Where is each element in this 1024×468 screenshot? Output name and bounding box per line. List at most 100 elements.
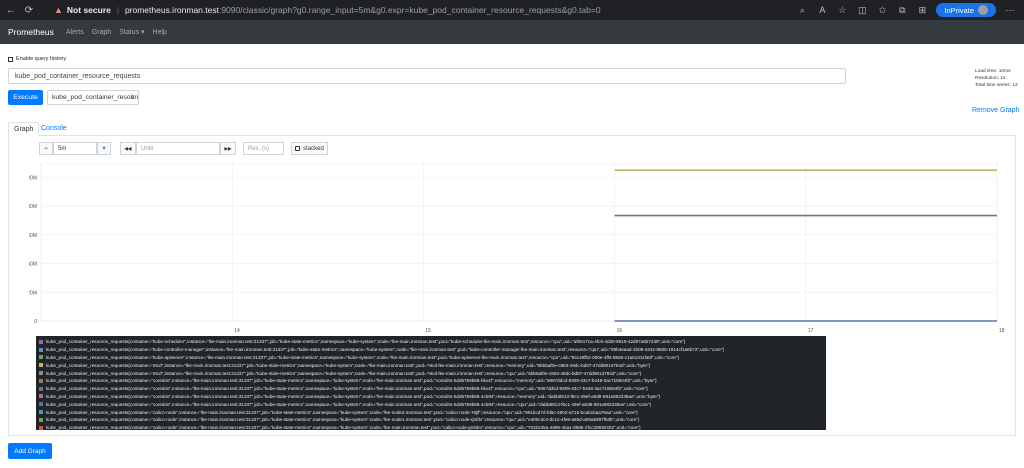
legend-swatch: [39, 386, 43, 391]
legend-item[interactable]: kube_pod_container_resource_requests{con…: [39, 385, 823, 393]
plot-area: [40, 162, 998, 322]
history-checkbox[interactable]: [8, 56, 13, 62]
legend-swatch: [39, 417, 43, 422]
legend-label: kube_pod_container_resource_requests{con…: [46, 378, 657, 384]
metric-select-value: kube_pod_container_resource_requests: [52, 94, 138, 101]
legend-swatch: [39, 410, 43, 415]
inprivate-label: InPrivate: [944, 5, 974, 15]
x-tick-label: 14: [234, 328, 240, 334]
y-tick-label: 100M: [29, 175, 37, 181]
y-tick-label: 40M: [29, 262, 37, 268]
extensions-icon[interactable]: ⊞: [916, 5, 928, 16]
select-caret-icon: ⇕: [129, 95, 135, 101]
more-icon[interactable]: ⋯: [1004, 5, 1016, 16]
favorite-icon[interactable]: ☆: [836, 5, 848, 16]
resolution: Resolution: 1s: [975, 75, 1006, 81]
legend-item[interactable]: kube_pod_container_resource_requests{con…: [39, 361, 823, 369]
brand-link[interactable]: Prometheus: [8, 27, 54, 37]
x-tick-label: 15: [425, 328, 431, 334]
range-increase-button[interactable]: +: [97, 142, 111, 155]
url-path: :9090/classic/graph?g0.range_input=5m&g0…: [218, 5, 601, 15]
legend-swatch: [39, 363, 43, 368]
browser-actions: ⌕ A ☆ ◫ ✩ ⧉ ⊞ InPrivate ⋯: [796, 3, 1024, 17]
legend-item[interactable]: kube_pod_container_resource_requests{con…: [39, 416, 823, 424]
legend-label: kube_pod_container_resource_requests{con…: [46, 347, 725, 353]
legend-label: kube_pod_container_resource_requests{con…: [46, 339, 686, 345]
y-tick-label: 80M: [29, 204, 37, 210]
history-label: Enable query history: [16, 56, 67, 62]
legend-swatch: [39, 355, 43, 360]
resolution-input[interactable]: Res. (s): [243, 142, 284, 155]
execute-button[interactable]: Execute: [8, 90, 43, 105]
remove-graph-link[interactable]: Remove Graph: [972, 107, 1019, 114]
warning-icon: ▲: [54, 5, 63, 15]
legend-label: kube_pod_container_resource_requests{con…: [46, 386, 648, 392]
profile-icon: [978, 5, 988, 15]
legend-item[interactable]: kube_pod_container_resource_requests{con…: [39, 338, 823, 346]
tab-console[interactable]: Console: [36, 122, 72, 136]
expression-input[interactable]: kube_pod_container_resource_requests: [8, 68, 846, 84]
y-tick-label: 20M: [29, 290, 37, 296]
legend-item[interactable]: kube_pod_container_resource_requests{con…: [39, 400, 823, 408]
address-bar[interactable]: prometheus.ironman.test:9090/classic/gra…: [125, 5, 601, 15]
legend-item[interactable]: kube_pod_container_resource_requests{con…: [39, 369, 823, 377]
y-tick-label: 0: [34, 319, 37, 325]
load-time: Load time: 10ms: [975, 69, 1011, 74]
range-decrease-button[interactable]: −: [39, 142, 53, 155]
chart-svg: 100M 80M 60M 40M 20M 0 14 15 16 17 18: [24, 162, 1005, 334]
legend-swatch: [39, 347, 43, 352]
x-tick-label: 18: [999, 328, 1005, 334]
legend-item[interactable]: kube_pod_container_resource_requests{con…: [39, 377, 823, 385]
inprivate-button[interactable]: InPrivate: [936, 3, 996, 17]
refresh-icon[interactable]: ⟳: [22, 5, 36, 16]
x-tick-label: 16: [617, 328, 623, 334]
legend-item[interactable]: kube_pod_container_resource_requests{con…: [39, 393, 823, 401]
end-time-input[interactable]: Until: [136, 142, 220, 155]
split-screen-icon[interactable]: ◫: [856, 5, 868, 16]
panel-tabs: Graph Console: [8, 122, 1016, 136]
graph-chart: 100M 80M 60M 40M 20M 0 14 15 16 17 18: [24, 162, 1007, 343]
read-aloud-icon[interactable]: A: [816, 5, 828, 15]
time-forward-button[interactable]: ▶▶: [220, 142, 236, 155]
stacked-label: stacked: [303, 145, 324, 152]
url-host: prometheus.ironman.test: [124, 5, 219, 15]
security-label: Not secure: [66, 5, 111, 15]
nav-graph[interactable]: Graph: [92, 29, 111, 36]
metric-select[interactable]: kube_pod_container_resource_requests ⇕: [47, 90, 139, 105]
search-icon[interactable]: ⌕: [796, 5, 808, 16]
nav-status[interactable]: Status ▾: [119, 28, 144, 36]
security-indicator[interactable]: ▲ Not secure: [54, 5, 111, 15]
legend-swatch: [39, 425, 43, 430]
legend-label: kube_pod_container_resource_requests{con…: [46, 401, 652, 407]
address-separator: |: [116, 5, 119, 15]
legend-swatch: [39, 394, 43, 399]
query-history-toggle[interactable]: Enable query history: [8, 56, 66, 62]
back-icon[interactable]: ←: [4, 5, 18, 16]
legend-swatch: [39, 371, 43, 376]
collections-icon[interactable]: ⧉: [896, 5, 908, 16]
legend-swatch: [39, 402, 43, 407]
legend-item[interactable]: kube_pod_container_resource_requests{con…: [39, 346, 823, 354]
graph-page: Enable query history kube_pod_container_…: [0, 44, 1024, 468]
legend-label: kube_pod_container_resource_requests{con…: [46, 370, 642, 376]
tab-graph[interactable]: Graph: [8, 122, 40, 136]
add-graph-button[interactable]: Add Graph: [8, 443, 52, 459]
x-tick-label: 17: [808, 328, 814, 334]
legend-item[interactable]: kube_pod_container_resource_requests{con…: [39, 408, 823, 416]
nav-help[interactable]: Help: [153, 29, 167, 36]
legend-label: kube_pod_container_resource_requests{con…: [46, 417, 640, 423]
total-series: Total time series: 12: [975, 82, 1018, 88]
query-stats: Load time: 10ms Resolution: 1s Total tim…: [975, 69, 1018, 89]
stacked-toggle[interactable]: stacked: [291, 142, 328, 155]
stacked-checkbox-icon: [295, 146, 301, 151]
range-input[interactable]: 5m: [53, 142, 97, 155]
legend-item[interactable]: kube_pod_container_resource_requests{con…: [39, 354, 823, 362]
favorites-icon[interactable]: ✩: [876, 5, 888, 16]
graph-panel: − 5m + ◀◀ Until ▶▶ Res. (s) stacked 100M…: [8, 136, 1016, 436]
legend-label: kube_pod_container_resource_requests{con…: [46, 354, 679, 360]
legend-swatch: [39, 378, 43, 383]
legend-item[interactable]: kube_pod_container_resource_requests{con…: [39, 424, 823, 432]
y-tick-label: 60M: [29, 233, 37, 239]
time-back-button[interactable]: ◀◀: [120, 142, 136, 155]
nav-alerts[interactable]: Alerts: [66, 29, 84, 36]
